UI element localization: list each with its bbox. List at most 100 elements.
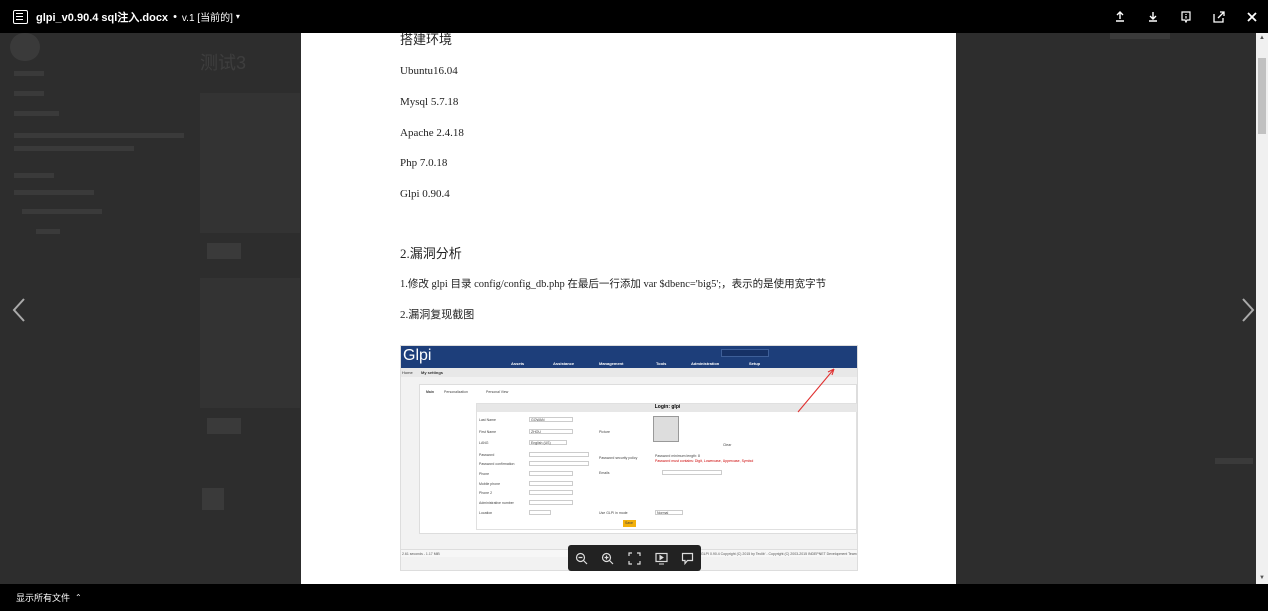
glpi-field: Normal: [655, 510, 683, 515]
glpi-subtab: Personalization: [444, 390, 468, 394]
doc-line: 1.修改 glpi 目录 config/config_db.php 在最后一行添…: [400, 279, 827, 290]
glpi-field: [529, 490, 573, 495]
doc-line: Mysql 5.7.18: [400, 96, 459, 108]
doc-line: Glpi 0.90.4: [400, 188, 450, 200]
background-thumb: [200, 278, 300, 408]
glpi-field: [529, 500, 573, 505]
background-page-title: 测试3: [200, 53, 247, 73]
present-icon[interactable]: [653, 550, 669, 566]
doc-heading: 2.漏洞分析: [400, 246, 462, 261]
glpi-tabs: Home My settings: [401, 368, 857, 377]
vertical-scrollbar[interactable]: ▲ ▼: [1256, 33, 1268, 584]
glpi-save-button: Save: [623, 520, 636, 527]
background-line: [1215, 458, 1253, 464]
glpi-label: Password security policy: [599, 456, 638, 460]
glpi-subtab: Main: [426, 390, 434, 394]
background-logo: [10, 33, 40, 61]
doc-line: Php 7.0.18: [400, 157, 448, 169]
background-line: [22, 209, 102, 214]
background-line: [14, 71, 44, 76]
glpi-label: Picture: [599, 430, 610, 434]
chevron-left-icon: [12, 298, 25, 322]
glpi-nav-item: Setup: [749, 361, 761, 366]
background-line: [14, 190, 94, 195]
version-selector[interactable]: v.1 [当前的]: [182, 9, 233, 24]
share-icon[interactable]: [1103, 0, 1136, 33]
chevron-right-icon: [1242, 298, 1255, 322]
zoom-out-icon[interactable]: [573, 550, 589, 566]
glpi-nav-item: Administration: [691, 361, 720, 366]
glpi-header: [401, 346, 857, 368]
next-arrow[interactable]: [1238, 293, 1258, 327]
glpi-field: [529, 471, 573, 476]
open-external-icon[interactable]: [1202, 0, 1235, 33]
comment-icon[interactable]: [680, 550, 696, 566]
background-line: [14, 91, 44, 96]
background-line: [14, 146, 134, 151]
glpi-policy: Password minimum length: 8: [655, 454, 700, 458]
zoom-toolbar: [568, 545, 701, 571]
glpi-label: Password: [479, 453, 495, 457]
glpi-field: [529, 510, 551, 515]
glpi-tab: My settings: [421, 370, 444, 375]
glpi-footer-right: GLPI 0.90.4 Copyright (C) 2015 by Teclib…: [701, 552, 857, 556]
glpi-footer-left: 2.61 seconds - 1.17 MiB: [402, 552, 440, 556]
glpi-subtab: Personal View: [486, 390, 509, 394]
glpi-field: GOWAN: [529, 417, 573, 422]
background-button: [207, 243, 241, 259]
glpi-label: Phone 2: [479, 491, 493, 495]
info-icon[interactable]: [1169, 0, 1202, 33]
embedded-screenshot: Glpi Assets Assistance Management Tools …: [400, 345, 858, 571]
glpi-label: Phone: [479, 472, 490, 476]
glpi-label: Password confirmation: [479, 462, 515, 466]
scroll-down-arrow[interactable]: ▼: [1258, 574, 1266, 582]
document-icon: [13, 9, 28, 24]
glpi-logo: Glpi: [403, 347, 432, 364]
glpi-label: Location: [479, 511, 493, 515]
glpi-panel: Main Personalization Personal View Login…: [419, 384, 857, 534]
glpi-field: [529, 452, 589, 457]
close-icon[interactable]: [1235, 0, 1268, 33]
background-line: [14, 111, 59, 116]
glpi-field: [662, 470, 722, 475]
chevron-down-icon[interactable]: ▾: [236, 12, 240, 21]
scrollbar-thumb[interactable]: [1258, 58, 1266, 134]
glpi-label: Emails: [599, 471, 610, 475]
chevron-up-icon[interactable]: ⌃: [75, 593, 82, 602]
fit-screen-icon[interactable]: [626, 550, 642, 566]
glpi-nav-item: Assets: [511, 361, 525, 366]
glpi-label: LANG: [479, 441, 489, 445]
glpi-nav-item: Management: [599, 361, 624, 366]
doc-line: Apache 2.4.18: [400, 127, 464, 139]
viewer-bottombar: 显示所有文件 ⌃: [0, 584, 1268, 611]
title-separator: •: [173, 10, 177, 23]
file-title: glpi_v0.90.4 sql注入.docx: [36, 11, 169, 24]
background-line: [36, 229, 60, 234]
glpi-label: Administrative number: [479, 501, 514, 505]
show-all-files-link[interactable]: 显示所有文件: [16, 591, 70, 604]
doc-line: 2.漏洞复现截图: [400, 309, 475, 321]
viewer-topbar: glpi_v0.90.4 sql注入.docx • v.1 [当前的] ▾: [0, 0, 1268, 33]
glpi-label: Clear: [723, 443, 732, 447]
glpi-field: ZHOU: [529, 429, 573, 434]
avatar: [653, 416, 679, 442]
glpi-label: Last Name: [479, 418, 496, 422]
download-icon[interactable]: [1136, 0, 1169, 33]
glpi-label: Use GLPI in mode: [599, 511, 628, 515]
glpi-field: [529, 481, 573, 486]
glpi-label: Mobile phone: [479, 482, 501, 486]
scroll-up-arrow[interactable]: ▲: [1258, 34, 1266, 42]
glpi-field: [529, 461, 589, 466]
glpi-nav-item: Assistance: [553, 361, 575, 366]
zoom-in-icon[interactable]: [600, 550, 616, 566]
doc-heading: 搭建环境: [400, 33, 453, 47]
previous-arrow[interactable]: [9, 293, 29, 327]
doc-line: Ubuntu16.04: [400, 65, 458, 77]
background-avatar: [202, 488, 224, 510]
background-button: [207, 418, 241, 434]
glpi-search: [721, 349, 769, 357]
background-line: [14, 133, 184, 138]
document-page: 搭建环境 Ubuntu16.04 Mysql 5.7.18 Apache 2.4…: [301, 33, 956, 584]
glpi-nav-item: Tools: [656, 361, 667, 366]
background-line: [1110, 33, 1170, 39]
